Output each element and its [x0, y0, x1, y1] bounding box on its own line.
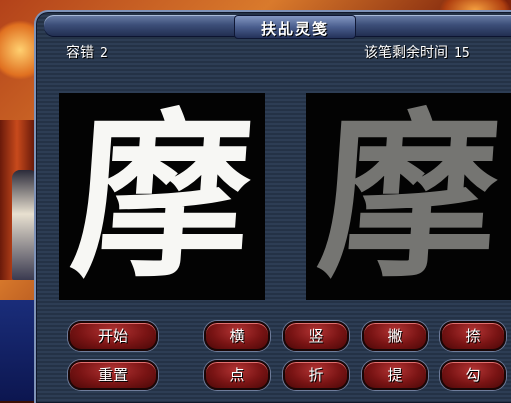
- traced-character: 摩: [312, 93, 506, 300]
- stroke-button-shu[interactable]: 竖: [283, 321, 349, 351]
- target-character-box: 摩: [59, 93, 265, 300]
- timer-value: 15: [454, 46, 470, 61]
- stroke-button-zhe[interactable]: 折: [283, 360, 349, 390]
- stroke-button-gou[interactable]: 勾: [440, 360, 506, 390]
- reset-button[interactable]: 重置: [68, 360, 158, 390]
- tolerance-value: 2: [100, 46, 108, 61]
- title-plaque: 扶乩灵笺: [234, 15, 356, 39]
- stroke-button-pie[interactable]: 撇: [362, 321, 428, 351]
- stroke-button-dian[interactable]: 点: [204, 360, 270, 390]
- start-button[interactable]: 开始: [68, 321, 158, 351]
- stroke-timer: 该笔剩余时间 15: [364, 42, 470, 62]
- stroke-button-na[interactable]: 捺: [440, 321, 506, 351]
- tolerance-label: 容错: [66, 45, 94, 61]
- title-bar[interactable]: 扶乩灵笺: [44, 15, 511, 39]
- stroke-button-heng[interactable]: 横: [204, 321, 270, 351]
- stroke-button-ti[interactable]: 提: [362, 360, 428, 390]
- tracing-character-box[interactable]: 摩: [306, 93, 511, 300]
- target-character: 摩: [65, 93, 259, 300]
- timer-label: 该笔剩余时间: [364, 45, 448, 61]
- tolerance-counter: 容错 2: [66, 42, 108, 62]
- window-title: 扶乩灵笺: [260, 20, 329, 38]
